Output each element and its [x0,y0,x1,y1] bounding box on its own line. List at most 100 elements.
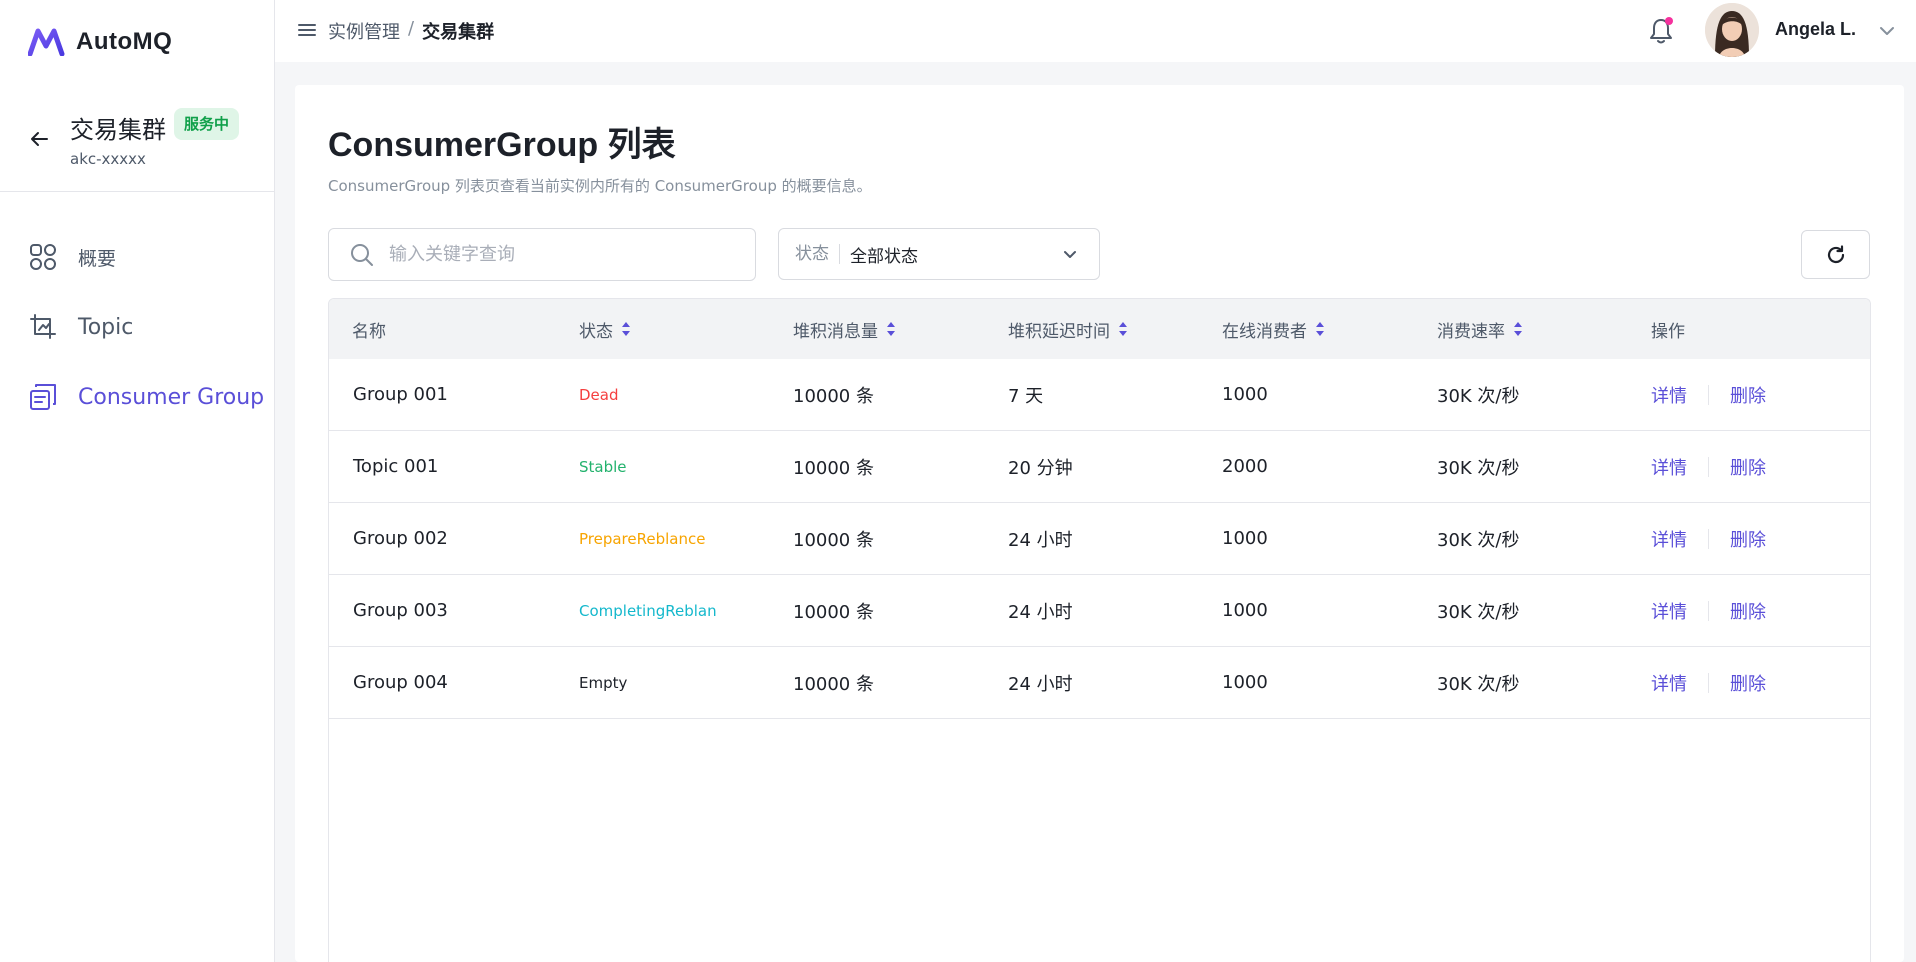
cell-consumers: 1000 [1222,672,1268,693]
column-header-label: 堆积延迟时间 [1008,321,1110,342]
avatar[interactable] [1705,3,1759,57]
sort-icon[interactable] [1513,320,1523,338]
status-filter-value: 全部状态 [850,246,918,267]
cell-status: CompletingReblan [579,601,717,620]
action-divider [1708,384,1709,405]
column-header-consumers[interactable]: 在线消费者 [1222,317,1325,342]
breadcrumb-separator: / [408,18,415,39]
action-divider [1708,528,1709,549]
logo[interactable]: AutoMQ [28,28,172,56]
cell-status: PrepareReblance [579,529,706,548]
main-content-card: ConsumerGroup 列表 ConsumerGroup 列表页查看当前实例… [295,85,1904,962]
cell-name: Group 002 [353,528,448,549]
page-title: ConsumerGroup 列表 [328,126,676,164]
page-description: ConsumerGroup 列表页查看当前实例内所有的 ConsumerGrou… [328,177,872,195]
user-name[interactable]: Angela L. [1775,19,1856,40]
cell-delay: 20 分钟 [1008,457,1073,479]
column-header-label: 在线消费者 [1222,321,1307,342]
table-row: Group 002 PrepareReblance 10000 条 24 小时 … [329,503,1870,575]
back-arrow-icon[interactable] [28,128,50,150]
status-badge: 服务中 [174,108,240,140]
sidebar: AutoMQ 交易集群 服务中 akc-xxxxx 概要 Topic Consu… [0,0,275,962]
cluster-name: 交易集群 [70,116,166,144]
column-header-delay[interactable]: 堆积延迟时间 [1008,317,1128,342]
cell-status: Dead [579,385,619,404]
sidebar-item-label: 概要 [78,247,117,270]
cell-status: Empty [579,673,628,692]
action-divider [1708,600,1709,621]
automq-logo-icon [28,28,65,56]
cell-consumers: 1000 [1222,384,1268,405]
sidebar-item-overview[interactable]: 概要 [28,242,116,272]
row-actions: 详情 删除 [1651,598,1766,624]
avatar-photo-icon [1705,3,1759,57]
cell-backlog: 10000 条 [793,457,874,479]
sort-icon[interactable] [1118,320,1128,338]
sort-icon[interactable] [621,320,631,338]
sort-icon[interactable] [886,320,896,338]
consumer-group-icon [30,384,56,410]
cell-backlog: 10000 条 [793,601,874,623]
breadcrumb: 实例管理 / 交易集群 [328,18,494,44]
search-input[interactable] [389,244,729,265]
sidebar-item-label: Topic [78,314,134,340]
cell-name: Group 001 [353,384,448,405]
delete-link[interactable]: 删除 [1730,598,1766,624]
cell-rate: 30K 次/秒 [1437,673,1520,695]
logo-text: AutoMQ [76,28,173,55]
row-actions: 详情 删除 [1651,670,1766,696]
cell-rate: 30K 次/秒 [1437,385,1520,407]
cell-rate: 30K 次/秒 [1437,529,1520,551]
cell-status: Stable [579,457,627,476]
action-divider [1708,456,1709,477]
cell-delay: 24 小时 [1008,529,1073,551]
sidebar-item-label: Consumer Group [78,384,265,410]
delete-link[interactable]: 删除 [1730,382,1766,408]
sidebar-item-consumer-group[interactable]: Consumer Group [28,382,264,412]
refresh-button[interactable] [1801,230,1870,279]
search-box[interactable] [328,228,756,281]
column-header-label: 消费速率 [1437,321,1505,342]
sidebar-item-topic[interactable]: Topic [28,312,133,342]
notification-bell-icon[interactable] [1647,16,1675,46]
column-header-status[interactable]: 状态 [579,317,631,342]
detail-link[interactable]: 详情 [1651,598,1687,624]
column-header-backlog[interactable]: 堆积消息量 [793,317,896,342]
cell-consumers: 2000 [1222,456,1268,477]
delete-link[interactable]: 删除 [1730,454,1766,480]
status-filter-label: 状态 [795,244,840,264]
cell-backlog: 10000 条 [793,385,874,407]
cell-name: Group 004 [353,672,448,693]
row-actions: 详情 删除 [1651,454,1766,480]
detail-link[interactable]: 详情 [1651,526,1687,552]
action-divider [1708,672,1709,693]
cell-delay: 24 小时 [1008,673,1073,695]
cell-backlog: 10000 条 [793,529,874,551]
menu-icon[interactable] [297,20,317,40]
detail-link[interactable]: 详情 [1651,454,1687,480]
detail-link[interactable]: 详情 [1651,670,1687,696]
delete-link[interactable]: 删除 [1730,526,1766,552]
table-header: 名称 状态 堆积消息量 堆积延迟时间 在线消费者 消费速率 操作 [329,299,1870,359]
column-header-name: 名称 [352,317,386,342]
column-header-rate[interactable]: 消费速率 [1437,317,1523,342]
table-row: Group 004 Empty 10000 条 24 小时 1000 30K 次… [329,647,1870,719]
detail-link[interactable]: 详情 [1651,382,1687,408]
column-header-label: 名称 [352,321,386,342]
row-actions: 详情 删除 [1651,526,1766,552]
column-header-actions: 操作 [1651,317,1685,342]
row-actions: 详情 删除 [1651,382,1766,408]
breadcrumb-parent[interactable]: 实例管理 [328,18,400,44]
table-row: Topic 001 Stable 10000 条 20 分钟 2000 30K … [329,431,1870,503]
delete-link[interactable]: 删除 [1730,670,1766,696]
topic-crop-icon [30,314,56,339]
cell-consumers: 1000 [1222,600,1268,621]
cell-backlog: 10000 条 [793,673,874,695]
chevron-down-icon[interactable] [1878,22,1896,40]
column-header-label: 堆积消息量 [793,321,878,342]
sort-icon[interactable] [1315,320,1325,338]
table-row: Group 001 Dead 10000 条 7 天 1000 30K 次/秒 … [329,359,1870,431]
cell-delay: 7 天 [1008,385,1044,407]
consumer-group-table: 名称 状态 堆积消息量 堆积延迟时间 在线消费者 消费速率 操作 Group 0… [328,298,1871,962]
status-filter-select[interactable]: 状态 全部状态 [778,228,1100,280]
